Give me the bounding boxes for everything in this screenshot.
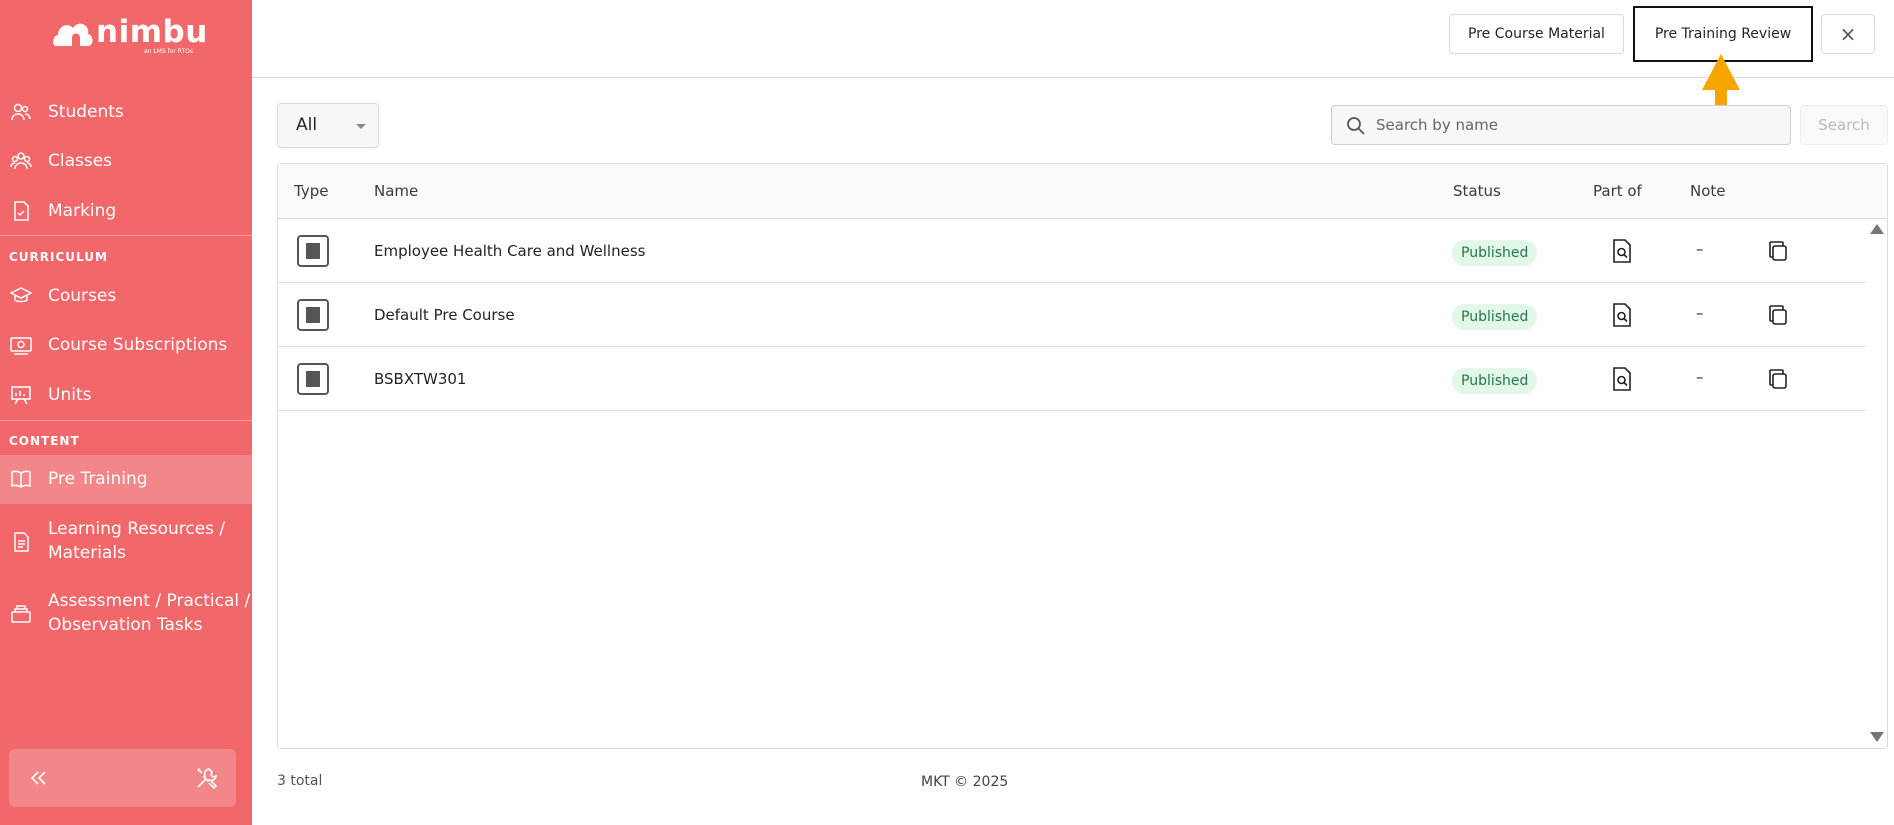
book-icon <box>11 470 31 488</box>
logo-text: nimbu <box>96 14 208 50</box>
column-header-part-of[interactable]: Part of <box>1593 182 1642 200</box>
sidebar-divider <box>0 420 252 421</box>
document-search-icon[interactable] <box>1612 303 1632 327</box>
document-search-icon[interactable] <box>1612 367 1632 391</box>
status-badge: Published <box>1452 304 1538 330</box>
type-filter-value: All <box>296 115 318 135</box>
document-icon <box>14 532 29 552</box>
sidebar-item-label-line1: Assessment / Practical / <box>48 591 251 611</box>
sidebar-item-label: Students <box>48 102 124 122</box>
sidebar-item-label-line1: Learning Resources / <box>48 519 226 539</box>
book-type-icon <box>297 299 329 331</box>
sidebar-item-label-line2: Materials <box>48 543 126 563</box>
table-row[interactable]: Default Pre Course Published – <box>278 283 1866 347</box>
sidebar-item-classes[interactable]: Classes <box>0 149 252 173</box>
sidebar-footer <box>9 749 236 807</box>
copy-icon[interactable] <box>1767 240 1789 262</box>
copy-icon[interactable] <box>1767 304 1789 326</box>
sidebar: nimbu an LMS for RTOs Students Classes M… <box>0 0 252 825</box>
status-badge: Published <box>1452 240 1538 266</box>
classes-icon <box>10 152 32 170</box>
sidebar-item-label: Units <box>48 385 92 405</box>
chevron-down-icon <box>356 124 366 129</box>
row-name[interactable]: Employee Health Care and Wellness <box>374 242 645 260</box>
search-icon <box>1347 117 1365 135</box>
type-filter-select[interactable]: All <box>277 103 379 148</box>
row-note: – <box>1696 368 1704 386</box>
section-label-content: CONTENT <box>9 434 80 448</box>
search-button[interactable]: Search <box>1800 105 1888 145</box>
search-input[interactable] <box>1376 106 1776 144</box>
column-header-type[interactable]: Type <box>294 182 328 200</box>
nimbu-logo[interactable]: nimbu an LMS for RTOs <box>52 14 207 58</box>
scroll-down-arrow-icon[interactable] <box>1870 732 1884 742</box>
students-icon <box>11 103 31 121</box>
copy-icon[interactable] <box>1767 368 1789 390</box>
sidebar-divider <box>0 235 252 236</box>
scroll-up-arrow-icon[interactable] <box>1870 224 1884 234</box>
tools-icon[interactable] <box>195 766 219 790</box>
status-badge: Published <box>1452 368 1538 394</box>
sidebar-item-label-line2: Observation Tasks <box>48 615 203 635</box>
copyright-text: MKT © 2025 <box>921 774 1009 790</box>
top-bar: Pre Course Material Pre Training Review … <box>252 0 1894 78</box>
table-row[interactable]: BSBXTW301 Published – <box>278 347 1866 411</box>
tray-icon <box>11 605 31 623</box>
table-row[interactable]: Employee Health Care and Wellness Publis… <box>278 219 1866 283</box>
row-note: – <box>1696 304 1704 322</box>
sidebar-item-assessment[interactable]: Assessment / Practical / Observation Tas… <box>0 589 252 639</box>
document-search-icon[interactable] <box>1612 239 1632 263</box>
column-header-status[interactable]: Status <box>1453 182 1501 200</box>
column-header-name[interactable]: Name <box>374 182 418 200</box>
sidebar-item-label: Classes <box>48 151 113 171</box>
table-header: Type Name Status Part of Note <box>278 164 1887 219</box>
sidebar-item-course-subscriptions[interactable]: Course Subscriptions <box>0 333 252 357</box>
subscriptions-icon <box>10 337 32 355</box>
row-name[interactable]: BSBXTW301 <box>374 370 466 388</box>
book-type-icon <box>297 235 329 267</box>
column-header-note[interactable]: Note <box>1690 182 1726 200</box>
sidebar-item-label: Course Subscriptions <box>48 335 228 355</box>
sidebar-item-students[interactable]: Students <box>0 100 252 124</box>
pre-training-table: Type Name Status Part of Note Employee H… <box>277 163 1888 749</box>
logo-subtitle: an LMS for RTOs <box>144 48 194 55</box>
sidebar-item-courses[interactable]: Courses <box>0 284 252 308</box>
sidebar-item-units[interactable]: Units <box>0 383 252 407</box>
section-label-curriculum: CURRICULUM <box>9 250 108 264</box>
sidebar-item-label: Pre Training <box>48 469 148 489</box>
total-count: 3 total <box>277 773 323 789</box>
book-type-icon <box>297 363 329 395</box>
sidebar-item-label: Marking <box>48 201 117 221</box>
marking-icon <box>14 201 29 221</box>
search-field[interactable] <box>1331 105 1791 145</box>
cloud-logo-icon <box>53 23 93 46</box>
sidebar-item-label: Courses <box>48 286 117 306</box>
courses-icon <box>10 287 32 303</box>
collapse-sidebar-icon[interactable] <box>29 770 49 786</box>
close-button[interactable]: × <box>1821 14 1875 54</box>
sidebar-item-learning-resources[interactable]: Learning Resources / Materials <box>0 517 252 567</box>
sidebar-item-marking[interactable]: Marking <box>0 199 252 223</box>
row-name[interactable]: Default Pre Course <box>374 306 515 324</box>
sidebar-item-pre-training[interactable]: Pre Training <box>0 455 252 504</box>
units-icon <box>11 386 31 405</box>
pre-course-material-button[interactable]: Pre Course Material <box>1449 14 1624 54</box>
row-note: – <box>1696 240 1704 258</box>
